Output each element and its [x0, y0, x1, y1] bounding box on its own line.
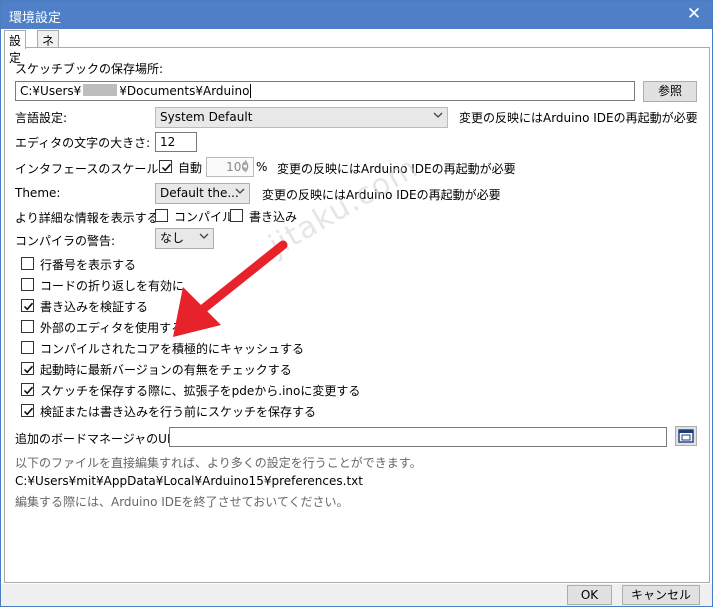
option-save-before-verify[interactable]: 検証または書き込みを行う前にスケッチを保存する	[21, 403, 321, 419]
preferences-file-path: C:¥Users¥mit¥AppData¥Local¥Arduino15¥pre…	[15, 474, 363, 488]
language-select[interactable]: System Default	[155, 107, 448, 128]
warnings-label: コンパイラの警告:	[15, 234, 116, 248]
sketchbook-path-suffix: ¥Documents¥Arduino	[119, 84, 250, 98]
sketchbook-label: スケッチブックの保存場所:	[15, 62, 164, 76]
option-checkbox[interactable]	[21, 362, 34, 375]
theme-label: Theme:	[15, 186, 61, 200]
sketchbook-path-input[interactable]: C:¥Users¥ ¥Documents¥Arduino	[15, 81, 635, 101]
close-icon[interactable]: ✕	[684, 4, 704, 24]
text-cursor	[250, 84, 252, 98]
option-checkbox[interactable]	[21, 257, 34, 270]
browse-button[interactable]: 参照	[643, 81, 697, 102]
window-list-icon	[676, 429, 696, 448]
option-checkbox[interactable]	[21, 278, 34, 291]
option-label: 行番号を表示する	[40, 258, 137, 272]
font-size-input[interactable]: 12	[155, 132, 197, 152]
option-rename-pde[interactable]: スケッチを保存する際に、拡張子をpdeから.inoに変更する	[21, 382, 360, 398]
board-url-label: 追加のボードマネージャのURL:	[15, 432, 187, 446]
option-label: スケッチを保存する際に、拡張子をpdeから.inoに変更する	[40, 384, 361, 398]
footer-bar: OK キャンセル	[1, 584, 712, 606]
info-edit-file-text: 以下のファイルを直接編集すれば、より多くの設定を行うことができます。	[15, 456, 422, 470]
language-restart-note: 変更の反映にはArduino IDEの再起動が必要	[459, 111, 698, 125]
verbose-upload-checkbox[interactable]	[230, 209, 243, 222]
ok-button[interactable]: OK	[567, 585, 612, 605]
option-checkbox[interactable]	[21, 299, 34, 312]
option-check-updates[interactable]: 起動時に最新バージョンの有無をチェックする	[21, 361, 321, 377]
scale-auto-checkbox[interactable]	[159, 160, 172, 173]
verbose-compile-option[interactable]: コンパイル	[155, 208, 234, 224]
scale-auto-label: 自動	[178, 161, 203, 175]
red-arrow-annotation	[173, 240, 288, 337]
scale-label: インタフェースのスケール:	[15, 162, 163, 176]
language-selected-value: System Default	[160, 110, 253, 124]
verbose-compile-label: コンパイル	[174, 210, 235, 224]
scale-unit: %	[256, 160, 268, 174]
tab-settings[interactable]: 設定	[4, 30, 27, 65]
option-label: 検証または書き込みを行う前にスケッチを保存する	[40, 405, 317, 419]
settings-panel: スケッチブックの保存場所: C:¥Users¥ ¥Documents¥Arduin…	[4, 47, 710, 583]
option-label: 起動時に最新バージョンの有無をチェックする	[40, 363, 292, 377]
chevron-down-icon	[433, 110, 443, 125]
verbose-label: より詳細な情報を表示する:	[15, 211, 163, 225]
sketchbook-path-prefix: C:¥Users¥	[20, 84, 82, 98]
option-checkbox[interactable]	[21, 383, 34, 396]
option-checkbox[interactable]	[21, 320, 34, 333]
tab-network[interactable]: ネットワーク	[37, 30, 60, 133]
verbose-compile-checkbox[interactable]	[155, 209, 168, 222]
cancel-button[interactable]: キャンセル	[622, 585, 700, 605]
scale-auto-option[interactable]: 自動	[159, 159, 209, 175]
option-checkbox[interactable]	[21, 404, 34, 417]
redacted-username	[83, 84, 118, 96]
chevron-down-icon	[235, 186, 245, 201]
theme-selected-value: Default the...	[160, 186, 239, 200]
info-close-ide-text: 編集する際には、Arduino IDEを終了させておいてください。	[15, 495, 349, 509]
spinner-arrows-icon[interactable]: ▲ ▼	[243, 158, 248, 174]
edit-url-list-button[interactable]	[675, 426, 697, 446]
language-label: 言語設定:	[15, 111, 68, 125]
theme-select[interactable]: Default the...	[155, 183, 250, 204]
board-url-input[interactable]	[169, 427, 667, 447]
font-size-label: エディタの文字の大きさ:	[15, 136, 151, 150]
window-title: 環境設定	[9, 11, 62, 26]
preferences-dialog: 環境設定 ✕ 設定 ネットワーク スケッチブックの保存場所: C:¥Users¥…	[0, 0, 713, 607]
option-label: 書き込みを検証する	[40, 300, 149, 314]
title-bar: 環境設定 ✕	[1, 1, 712, 29]
option-checkbox[interactable]	[21, 341, 34, 354]
